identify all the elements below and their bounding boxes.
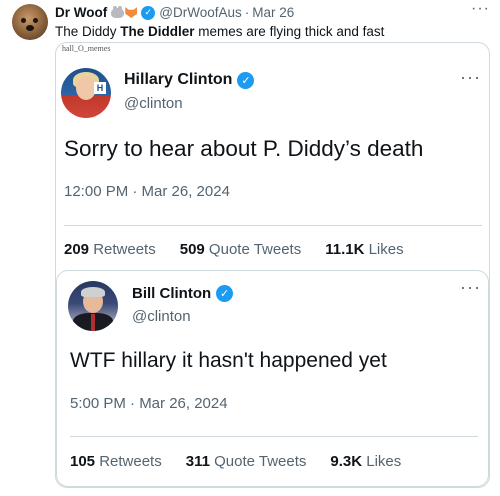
hillary-name: Hillary Clinton <box>124 71 233 88</box>
tweet-header: Dr Woof ✓ @DrWoofAus · Mar 26 <box>55 5 294 20</box>
verified-badge-icon: ✓ <box>141 5 156 20</box>
likes-stat: 11.1K Likes <box>325 241 403 258</box>
bill-stats: 105 Retweets 311 Quote Tweets 9.3K Likes <box>70 453 401 470</box>
hillary-handle: @clinton <box>124 95 183 112</box>
hillary-name-row: Hillary Clinton ✓ <box>124 71 255 89</box>
user-avatar[interactable] <box>12 4 48 40</box>
tweet-text-prefix: The Diddy <box>55 24 121 39</box>
name-emojis <box>111 5 138 18</box>
avatar-eye-right <box>33 18 38 23</box>
author-name[interactable]: Dr Woof <box>55 5 107 20</box>
stat-label: Retweets <box>95 453 162 470</box>
bill-more-icon: ··· <box>460 277 481 297</box>
bill-name: Bill Clinton <box>132 285 212 302</box>
tweet-text-bold: The Diddler <box>120 24 195 39</box>
stat-number: 311 <box>185 453 210 470</box>
retweet-stat: 105 Retweets <box>70 453 162 470</box>
stat-label: Retweets <box>89 241 156 258</box>
avatar-tie <box>91 314 95 331</box>
bill-tweet-time: 5:00 PM · Mar 26, 2024 <box>70 395 228 412</box>
quote-stat: 311 Quote Tweets <box>186 453 307 470</box>
rat-emoji-icon <box>111 5 125 18</box>
verified-badge-icon: ✓ <box>237 71 255 89</box>
verified-badge-icon: ✓ <box>216 285 234 302</box>
quote-stat: 509 Quote Tweets <box>180 241 301 258</box>
stat-number: 9.3K <box>330 453 363 470</box>
stat-number: 105 <box>70 453 96 470</box>
tweet-text: The Diddy The Diddler memes are flying t… <box>55 24 384 39</box>
tweet-date[interactable]: Mar 26 <box>252 5 294 20</box>
stat-label: Likes <box>364 241 404 258</box>
more-options-icon[interactable]: ··· <box>471 0 490 18</box>
bill-handle: @clinton <box>132 308 191 325</box>
stat-number: 509 <box>179 241 205 258</box>
avatar-eye-left <box>21 18 26 23</box>
retweet-stat: 209 Retweets <box>64 241 156 258</box>
author-handle[interactable]: @DrWoofAus <box>159 5 241 20</box>
hillary-tweet-text: Sorry to hear about P. Diddy’s death <box>64 136 424 161</box>
stat-label: Quote Tweets <box>204 241 302 258</box>
avatar-nose <box>26 25 34 31</box>
campaign-logo-icon: H <box>94 82 106 94</box>
avatar-face <box>76 76 96 100</box>
stat-label: Likes <box>362 453 402 470</box>
bill-tweet-card: Bill Clinton ✓ @clinton ··· WTF hillary … <box>56 270 489 487</box>
tweet-media-image[interactable]: hall_O_memes H Hillary Clinton ✓ @clinto… <box>55 42 490 488</box>
hillary-avatar: H <box>61 68 111 118</box>
stat-number: 209 <box>64 241 90 258</box>
stats-divider <box>64 225 482 226</box>
avatar-hair <box>81 287 105 297</box>
hillary-tweet-time: 12:00 PM · Mar 26, 2024 <box>64 183 230 200</box>
stats-divider <box>70 436 478 437</box>
dot-separator: · <box>244 5 250 20</box>
meme-watermark: hall_O_memes <box>62 44 111 53</box>
bill-tweet-text: WTF hillary it hasn't happened yet <box>70 349 387 372</box>
bill-name-row: Bill Clinton ✓ <box>132 285 234 302</box>
hillary-more-icon: ··· <box>460 67 481 87</box>
stat-label: Quote Tweets <box>209 453 307 470</box>
stat-number: 11.1K <box>325 241 365 258</box>
fox-emoji-icon <box>125 7 138 18</box>
hillary-stats: 209 Retweets 509 Quote Tweets 11.1K Like… <box>64 241 404 258</box>
likes-stat: 9.3K Likes <box>330 453 401 470</box>
tweet-text-suffix: memes are flying thick and fast <box>194 24 385 39</box>
bill-avatar <box>68 281 118 331</box>
